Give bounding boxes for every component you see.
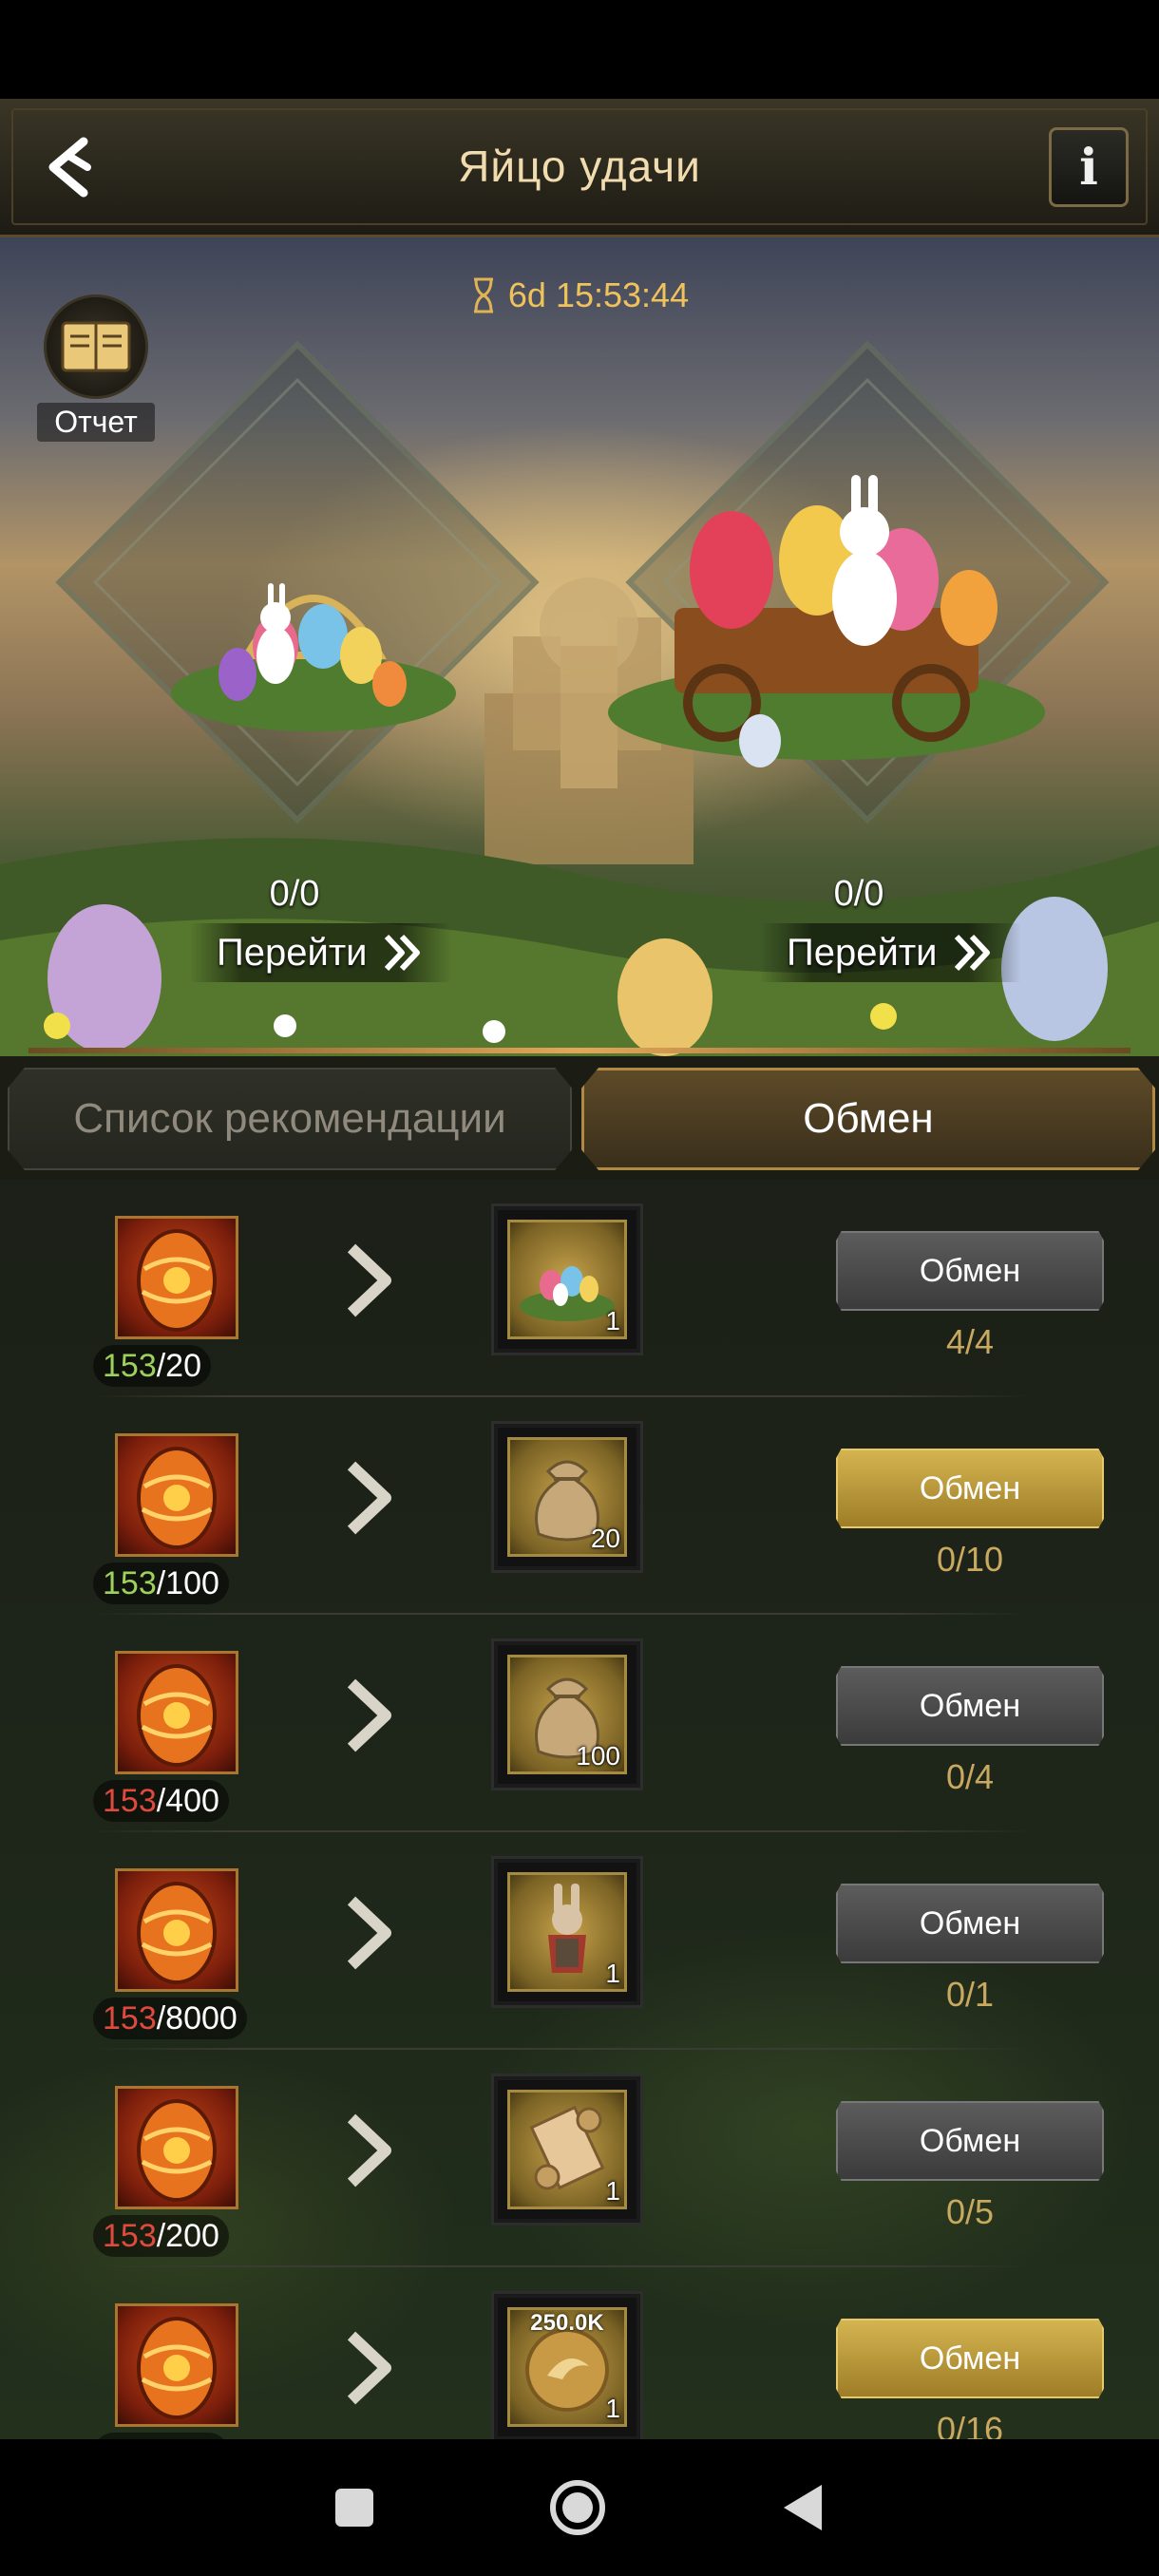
info-icon: i	[1079, 138, 1098, 197]
exchange-button[interactable]: Обмен	[836, 1666, 1104, 1746]
rabbit-figure-icon	[520, 1878, 615, 1987]
exchange-limit: 0/1	[945, 1975, 995, 2014]
reward-quantity: 20	[590, 1524, 620, 1553]
reward-item[interactable]: 100	[491, 1638, 643, 1790]
luck-egg-icon	[115, 1868, 238, 1992]
reward-quantity: 100	[576, 1741, 620, 1771]
event-banner: 6d 15:53:44 Отчет 0/0 0/0 Перейти Перейт…	[0, 237, 1159, 1056]
chevron-right-icon	[340, 1460, 397, 1536]
reward-value-label: 250.0K	[530, 2310, 604, 2336]
exchange-list[interactable]: 153/20 1 Обмен 4/4 153/100 20 Обмен 0/10 153/400…	[0, 1180, 1159, 2439]
exchange-button[interactable]: Обмен	[836, 2319, 1104, 2398]
page-title: Яйцо удачи	[458, 142, 701, 191]
reward-quantity: 1	[605, 2394, 620, 2423]
report-label: Отчет	[37, 403, 155, 442]
reward-item[interactable]: 20	[491, 1421, 643, 1573]
info-button[interactable]: i	[1049, 127, 1129, 207]
exchange-row: 153/100 250.0K 1 Обмен 0/16	[0, 2267, 1159, 2439]
report-button[interactable]: Отчет	[25, 294, 167, 442]
easter-basket-illustration[interactable]	[162, 503, 466, 741]
tab-recommendations[interactable]: Список рекомендации	[8, 1068, 572, 1170]
exchange-limit: 0/16	[936, 2410, 1004, 2439]
exchange-row: 153/8000 1 Обмен 0/1	[0, 1832, 1159, 2050]
egg-required-count: /100	[156, 1564, 219, 1601]
luck-egg-icon	[115, 2086, 238, 2209]
exchange-limit: 0/4	[945, 1757, 995, 1796]
exchange-button[interactable]: Обмен	[836, 2101, 1104, 2181]
left-goto-button[interactable]: Перейти	[190, 923, 451, 982]
exchange-button[interactable]: Обмен	[836, 1231, 1104, 1311]
egg-required-count: /20	[156, 1347, 201, 1384]
egg-requirement: 153/8000	[93, 1998, 247, 2039]
exchange-limit: 0/5	[945, 2192, 995, 2231]
exchange-row: 153/20 1 Обмен 4/4	[0, 1180, 1159, 1397]
egg-owned-count: 153	[103, 1999, 157, 2036]
reward-item[interactable]: 250.0K 1	[491, 2291, 643, 2439]
exchange-row: 153/100 20 Обмен 0/10	[0, 1397, 1159, 1615]
egg-requirement: 153/200	[93, 2215, 229, 2257]
egg-requirement: 153/100	[93, 2433, 229, 2439]
egg-required-count: /8000	[156, 1999, 238, 2036]
system-nav-bar	[0, 2439, 1159, 2576]
chevron-right-icon	[340, 2112, 397, 2188]
chevron-right-icon	[340, 1242, 397, 1318]
exchange-row: 153/400 100 Обмен 0/4	[0, 1615, 1159, 1832]
home-icon[interactable]	[548, 2478, 607, 2537]
tab-exchange[interactable]: Обмен	[581, 1068, 1155, 1170]
egg-owned-count: 153	[103, 1564, 157, 1601]
banner-divider	[28, 1048, 1130, 1053]
book-icon	[44, 294, 148, 399]
egg-owned-count: 153	[103, 2217, 157, 2254]
egg-required-count: /200	[156, 2217, 219, 2254]
reward-quantity: 1	[605, 1306, 620, 1335]
luck-egg-icon	[115, 2303, 238, 2427]
double-chevron-right-icon	[384, 934, 420, 972]
egg-requirement: 153/400	[93, 1780, 229, 1822]
egg-owned-count: 153	[103, 1347, 157, 1384]
tab-bar: Список рекомендации Обмен	[0, 1056, 1159, 1180]
reward-item[interactable]: 1	[491, 1203, 643, 1355]
scroll-icon	[515, 2095, 619, 2205]
right-pack-count: 0/0	[833, 874, 884, 914]
exchange-limit: 0/10	[936, 1540, 1004, 1579]
right-goto-label: Перейти	[787, 931, 938, 974]
exchange-button[interactable]: Обмен	[836, 1884, 1104, 1963]
easter-basket-icon	[515, 1230, 619, 1330]
reward-quantity: 1	[605, 1959, 620, 1988]
luck-egg-icon	[115, 1433, 238, 1557]
timer-text: 6d 15:53:44	[507, 275, 690, 314]
status-bar	[0, 0, 1159, 99]
left-pack-count: 0/0	[269, 874, 320, 914]
double-chevron-right-icon	[954, 934, 990, 972]
reward-item[interactable]: 1	[491, 1856, 643, 2008]
recent-apps-icon[interactable]	[333, 2487, 375, 2529]
luck-egg-icon	[115, 1651, 238, 1774]
egg-required-count: /400	[156, 1782, 219, 1819]
back-nav-icon[interactable]	[780, 2483, 826, 2532]
egg-requirement: 153/100	[93, 1563, 229, 1604]
top-header: Яйцо удачи i	[0, 99, 1159, 237]
reward-item[interactable]: 1	[491, 2074, 643, 2226]
egg-owned-count: 153	[103, 1782, 157, 1819]
exchange-row: 153/200 1 Обмен 0/5	[0, 2050, 1159, 2267]
luck-egg-icon	[115, 1216, 238, 1339]
chevron-right-icon	[340, 1895, 397, 1971]
right-goto-button[interactable]: Перейти	[760, 923, 1021, 982]
egg-requirement: 153/20	[93, 1345, 211, 1387]
event-timer: 6d 15:53:44	[0, 275, 1159, 315]
left-goto-label: Перейти	[217, 931, 368, 974]
hourglass-icon	[473, 277, 493, 313]
chevron-right-icon	[340, 1677, 397, 1753]
easter-cart-illustration[interactable]	[589, 456, 1064, 769]
exchange-limit: 4/4	[945, 1322, 995, 1361]
reward-quantity: 1	[605, 2176, 620, 2206]
exchange-button[interactable]: Обмен	[836, 1449, 1104, 1528]
chevron-right-icon	[340, 2330, 397, 2406]
